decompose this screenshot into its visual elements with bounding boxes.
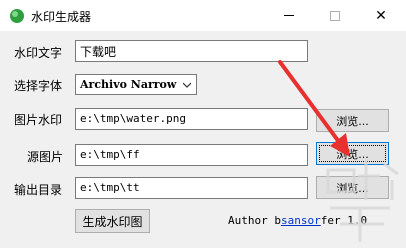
output-dir-input[interactable]: e:\tmp\tt <box>75 177 308 199</box>
source-image-label: 源图片 <box>27 150 64 164</box>
image-watermark-input[interactable]: e:\tmp\water.png <box>75 108 308 130</box>
generate-watermark-button[interactable]: 生成水印图 <box>75 209 150 233</box>
author-prefix: Author b <box>228 214 281 227</box>
font-select-value: Archivo Narrow <box>80 78 177 91</box>
close-icon: ✕ <box>375 7 387 24</box>
font-select[interactable]: Archivo Narrow <box>75 74 197 95</box>
minimize-icon <box>284 15 294 16</box>
watermark-text-input[interactable]: 下载吧 <box>75 40 308 62</box>
author-suffix: fer 1.0 <box>320 214 368 227</box>
close-button[interactable]: ✕ <box>358 0 404 31</box>
minimize-button[interactable] <box>266 0 312 31</box>
app-icon <box>10 9 24 23</box>
output-dir-browse-button[interactable]: 浏览... <box>316 176 389 199</box>
source-image-input[interactable]: e:\tmp\ff <box>75 144 308 166</box>
title-bar: 水印生成器 ✕ <box>0 0 406 31</box>
author-link[interactable]: sansor <box>281 214 321 227</box>
image-watermark-label: 图片水印 <box>14 113 63 127</box>
image-watermark-browse-button[interactable]: 浏览... <box>316 109 389 132</box>
watermark-text-label: 水印文字 <box>14 46 63 60</box>
app-window: 水印生成器 ✕ 水印文字 下载吧 选择字体 Archivo Narrow 图片水… <box>0 0 406 248</box>
source-image-browse-button[interactable]: 浏览... <box>316 142 389 165</box>
window-title: 水印生成器 <box>31 10 92 24</box>
author-credit: Author bsansorfer 1.0 <box>228 214 367 227</box>
output-dir-label: 输出目录 <box>14 183 63 197</box>
font-label: 选择字体 <box>14 79 63 93</box>
maximize-icon <box>330 10 340 21</box>
maximize-button[interactable] <box>312 0 358 31</box>
chevron-down-icon <box>183 82 191 88</box>
